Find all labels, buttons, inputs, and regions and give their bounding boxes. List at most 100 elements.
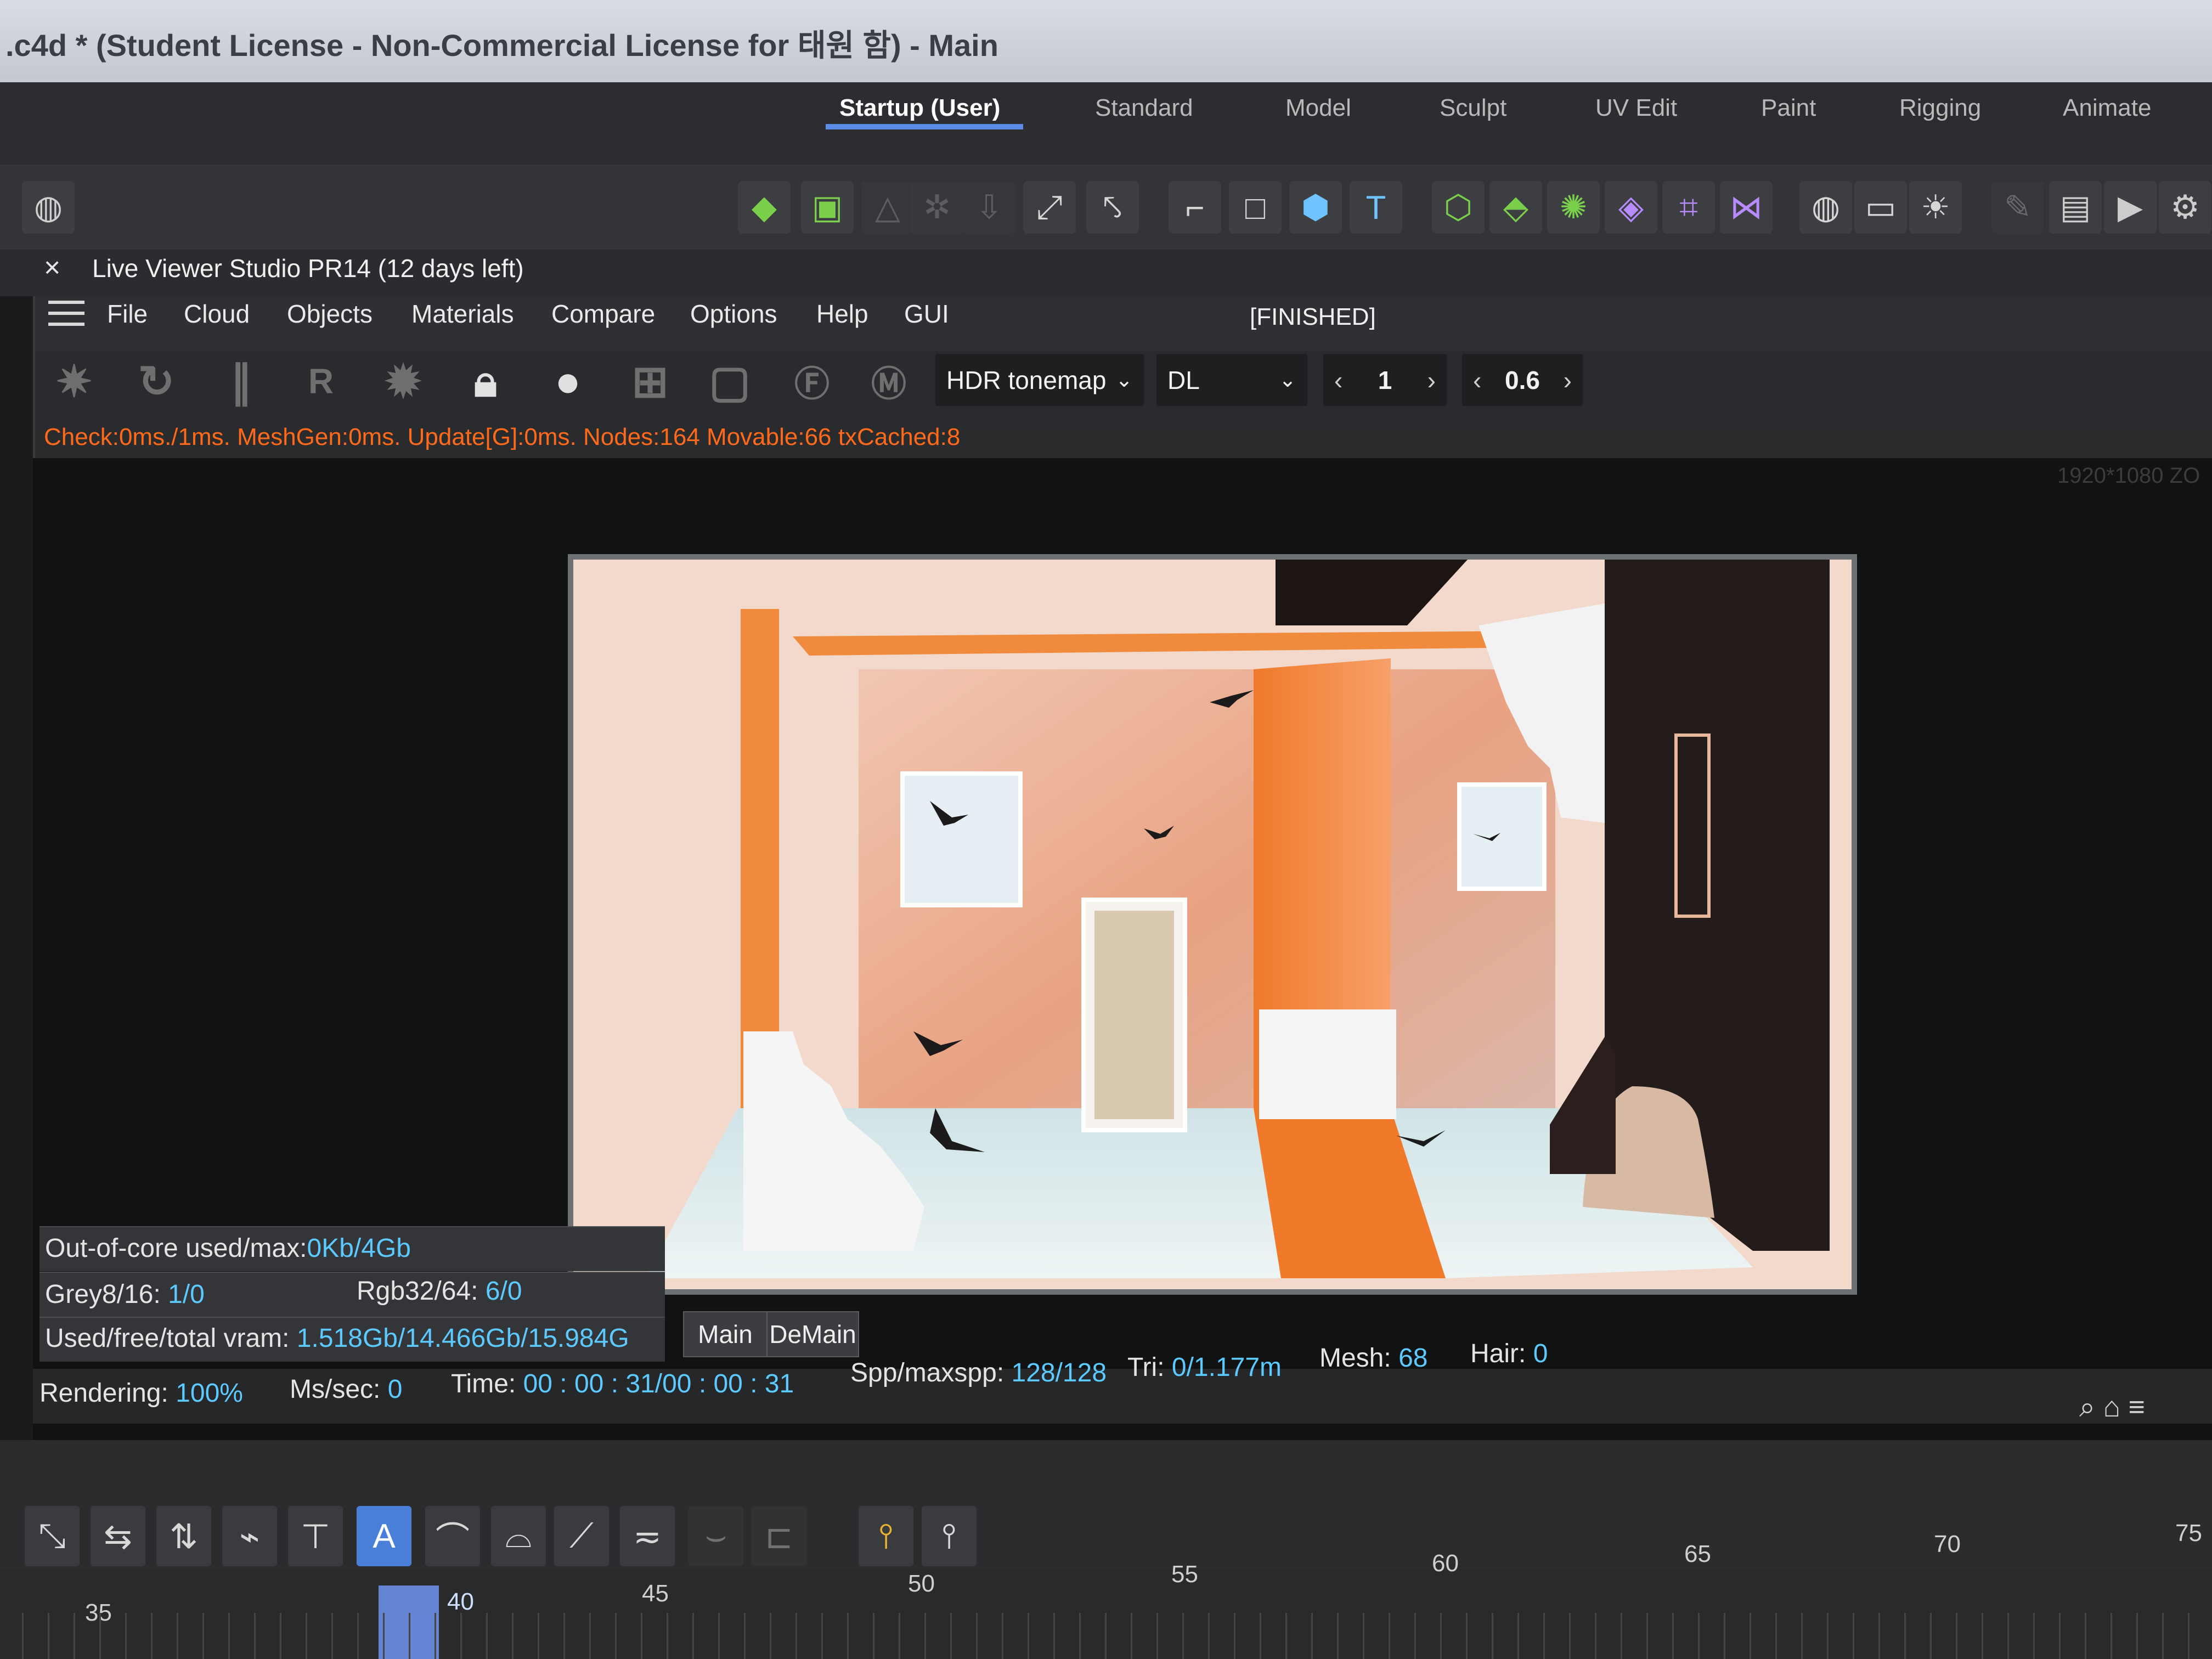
ruler-tick-mark: [151, 1613, 153, 1659]
chevron-right-icon[interactable]: ›: [1427, 365, 1436, 395]
settings-gear-icon[interactable]: ✹: [373, 351, 433, 411]
stepper-2-value: 0.6: [1505, 365, 1540, 394]
gear-icon[interactable]: ✲: [911, 181, 963, 234]
ruler-tick-mark: [1904, 1613, 1906, 1659]
ruler-tick-mark: [770, 1613, 771, 1659]
key-off-icon[interactable]: ⤡: [25, 1506, 80, 1566]
key-lock-time-icon[interactable]: ⇆: [91, 1506, 145, 1566]
menu-materials[interactable]: Materials: [411, 299, 514, 329]
lock-tangent-length-icon[interactable]: ⌓: [491, 1506, 546, 1566]
chevron-left-icon[interactable]: ‹: [1334, 365, 1342, 395]
edit-render-icon[interactable]: ✎: [1991, 181, 2044, 234]
close-icon[interactable]: ×: [44, 251, 60, 284]
cube-icon[interactable]: ◆: [738, 181, 791, 234]
extrude-cube-icon[interactable]: ⬢: [1289, 181, 1342, 234]
send-scene-icon[interactable]: ✷: [44, 351, 104, 411]
tab-paint[interactable]: Paint: [1761, 94, 1816, 122]
chevron-left-icon[interactable]: ‹: [1473, 365, 1481, 395]
timeline-tick: 45: [642, 1580, 669, 1607]
ruler-tick-mark: [615, 1613, 617, 1659]
rendering-stat: Rendering: 100%: [40, 1378, 243, 1408]
kernel-dropdown[interactable]: DL ⌄: [1156, 354, 1307, 406]
hamburger-menu-icon[interactable]: [48, 301, 84, 326]
ruler-tick-mark: [1389, 1613, 1390, 1659]
ruler-tick-mark: [48, 1613, 49, 1659]
camera-icon[interactable]: ▭: [1854, 181, 1907, 234]
ruler-tick-mark: [1466, 1613, 1468, 1659]
tab-animate[interactable]: Animate: [2063, 94, 2151, 122]
menu-compare[interactable]: Compare: [551, 299, 655, 329]
lock-tangent-angle-icon[interactable]: ⌒: [425, 1506, 480, 1566]
value-stepper-2[interactable]: ‹ 0.6 ›: [1462, 354, 1583, 406]
auto-tangent-icon[interactable]: A: [357, 1506, 411, 1566]
region-render-icon[interactable]: R: [291, 351, 351, 411]
menu-help[interactable]: Help: [816, 299, 868, 329]
key-interp-icon[interactable]: ⌁: [222, 1506, 277, 1566]
tab-main-view[interactable]: Main: [683, 1311, 768, 1357]
twist-icon[interactable]: ⋈: [1720, 181, 1773, 234]
drop-icon[interactable]: ⇩: [963, 181, 1015, 234]
tab-demain-view[interactable]: DeMain: [766, 1311, 859, 1357]
menu-gui[interactable]: GUI: [904, 299, 949, 329]
equal-tangent-icon[interactable]: ≂: [620, 1506, 675, 1566]
bend-icon[interactable]: ⌗: [1662, 181, 1715, 234]
tonemap-dropdown[interactable]: HDR tonemap ⌄: [935, 354, 1144, 406]
ruler-tick-mark: [667, 1613, 668, 1659]
clay-region-icon[interactable]: ▢: [699, 351, 760, 411]
key-brush-icon[interactable]: ⊤: [288, 1506, 343, 1566]
move-axis-icon[interactable]: ⤢: [1023, 181, 1076, 234]
ruler-tick-mark: [718, 1613, 720, 1659]
polygon-icon[interactable]: △: [861, 181, 914, 234]
menu-file[interactable]: File: [107, 299, 148, 329]
light-icon[interactable]: ☀: [1909, 181, 1962, 234]
search-icon[interactable]: ⌕: [2079, 1391, 2095, 1423]
marker-icon[interactable]: ⫯: [859, 1506, 913, 1566]
render-image: [568, 554, 1857, 1295]
add-marker-icon[interactable]: ⫯: [922, 1506, 977, 1566]
focus-pick-icon[interactable]: Ⓕ: [782, 351, 842, 411]
tab-sculpt[interactable]: Sculpt: [1440, 94, 1506, 122]
tab-standard[interactable]: Standard: [1095, 94, 1193, 122]
zero-length-icon[interactable]: ⊏: [752, 1506, 806, 1566]
instance-icon[interactable]: ▣: [801, 181, 854, 234]
lock-icon[interactable]: 🔒︎: [455, 351, 516, 411]
menu-options[interactable]: Options: [690, 299, 777, 329]
pause-icon[interactable]: ∥: [211, 351, 272, 411]
render-settings-icon[interactable]: ⚙: [2159, 181, 2211, 234]
key-lock-value-icon[interactable]: ⇅: [156, 1506, 211, 1566]
value-stepper-1[interactable]: ‹ 1 ›: [1323, 354, 1447, 406]
rotate-axis-icon[interactable]: ⤣: [1086, 181, 1139, 234]
filter-icon[interactable]: ≡: [2128, 1391, 2145, 1423]
ruler-tick-mark: [1440, 1613, 1442, 1659]
subdivision-icon[interactable]: ⬡: [1432, 181, 1485, 234]
menu-objects[interactable]: Objects: [287, 299, 373, 329]
globe-icon[interactable]: ◍: [22, 181, 75, 234]
break-tangent-icon[interactable]: ⟋: [554, 1506, 609, 1566]
grey-value: 1/0: [168, 1280, 205, 1309]
cloner-icon[interactable]: ⬘: [1489, 181, 1542, 234]
deformer-icon[interactable]: ◈: [1605, 181, 1657, 234]
ruler-tick-mark: [1234, 1613, 1235, 1659]
add-region-icon[interactable]: ⊞: [620, 351, 680, 411]
environment-icon[interactable]: ◍: [1799, 181, 1852, 234]
render-picture-viewer-icon[interactable]: ▶: [2104, 181, 2157, 234]
restart-icon[interactable]: ↻: [126, 351, 187, 411]
effector-icon[interactable]: ✺: [1547, 181, 1600, 234]
tab-uv-edit[interactable]: UV Edit: [1595, 94, 1677, 122]
menu-cloud[interactable]: Cloud: [184, 299, 250, 329]
text-icon[interactable]: T: [1350, 181, 1402, 234]
render-view-icon[interactable]: ▤: [2049, 181, 2102, 234]
ruler-tick-mark: [1595, 1613, 1596, 1659]
tab-model[interactable]: Model: [1285, 94, 1351, 122]
ruler-tick-mark: [306, 1613, 307, 1659]
tab-startup-user[interactable]: Startup (User): [839, 94, 1000, 122]
spline-pen-icon[interactable]: ⌐: [1169, 181, 1221, 234]
ruler-tick-mark: [641, 1613, 642, 1659]
material-sphere-icon[interactable]: ●: [538, 351, 598, 411]
home-icon[interactable]: ⌂: [2103, 1391, 2120, 1423]
chevron-right-icon[interactable]: ›: [1564, 365, 1572, 395]
rectangle-icon[interactable]: □: [1229, 181, 1282, 234]
tab-rigging[interactable]: Rigging: [1899, 94, 1981, 122]
material-pick-icon[interactable]: Ⓜ: [859, 351, 919, 411]
zero-angle-icon[interactable]: ⌣: [689, 1506, 743, 1566]
